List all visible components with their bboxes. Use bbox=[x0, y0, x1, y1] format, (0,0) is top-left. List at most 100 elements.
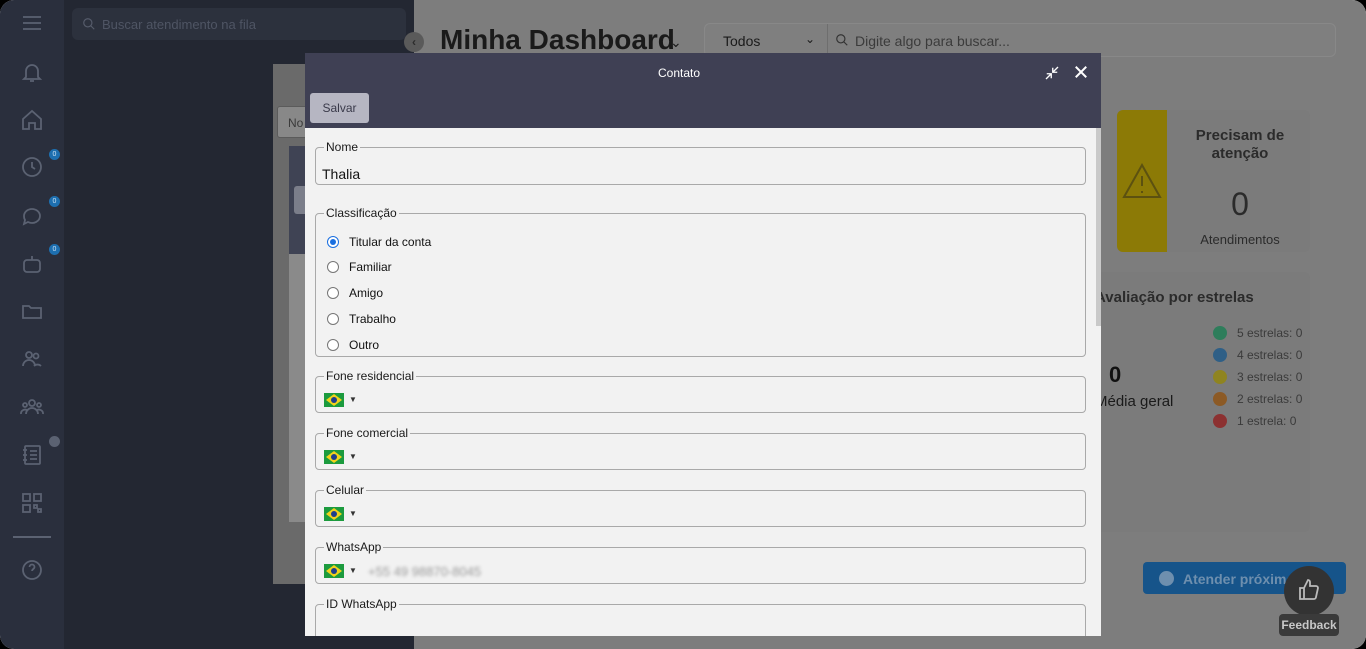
rail-divider bbox=[13, 536, 51, 538]
whatsapp-field[interactable]: WhatsApp ▼ +55 49 98870-8045 bbox=[315, 540, 1086, 584]
radio-label: Familiar bbox=[349, 260, 392, 274]
radio-circle[interactable] bbox=[327, 313, 339, 325]
robot-badge: 0 bbox=[49, 244, 60, 255]
fone-residencial-field[interactable]: Fone residencial ▼ bbox=[315, 369, 1086, 413]
brazil-flag-icon[interactable] bbox=[324, 393, 344, 407]
whatsapp-value[interactable]: +55 49 98870-8045 bbox=[368, 564, 481, 579]
nome-label: Nome bbox=[326, 140, 359, 154]
radio-label: Trabalho bbox=[349, 312, 396, 326]
fone-comercial-field[interactable]: Fone comercial ▼ bbox=[315, 426, 1086, 470]
brazil-flag-icon[interactable] bbox=[324, 507, 344, 521]
nome-field[interactable]: Nome Thalia bbox=[315, 140, 1086, 185]
feedback-label[interactable]: Feedback bbox=[1279, 614, 1339, 636]
radio-circle[interactable] bbox=[327, 339, 339, 351]
radio-circle[interactable] bbox=[327, 236, 339, 248]
modal-scrollbar[interactable] bbox=[1096, 128, 1101, 326]
id-whatsapp-field[interactable]: ID WhatsApp bbox=[315, 597, 1086, 636]
caret-down-icon[interactable]: ▼ bbox=[349, 509, 357, 518]
classificacao-label: Classificação bbox=[326, 206, 397, 220]
celular-label: Celular bbox=[326, 483, 365, 497]
whatsapp-label: WhatsApp bbox=[326, 540, 382, 554]
radio-amigo[interactable]: Amigo bbox=[327, 286, 383, 300]
bell-icon[interactable] bbox=[20, 60, 44, 84]
chat-icon[interactable] bbox=[20, 204, 44, 228]
qr-code-icon[interactable] bbox=[20, 491, 44, 515]
fone-comercial-label: Fone comercial bbox=[326, 426, 409, 440]
modal-header: Contato Salvar bbox=[305, 53, 1101, 128]
close-icon[interactable] bbox=[1072, 63, 1090, 81]
queue-search-placeholder: Buscar atendimento na fila bbox=[102, 17, 256, 32]
brazil-flag-icon[interactable] bbox=[324, 564, 344, 578]
dashboard-search-input[interactable]: Digite algo para buscar... bbox=[855, 33, 1010, 49]
modal-body: Nome Thalia Classificação Titular da con… bbox=[305, 128, 1101, 636]
left-rail: 0 0 0 bbox=[0, 0, 64, 649]
radio-familiar[interactable]: Familiar bbox=[327, 260, 392, 274]
legend-swatch bbox=[1213, 392, 1227, 406]
clock-badge: 0 bbox=[49, 149, 60, 160]
help-icon[interactable] bbox=[20, 558, 44, 582]
chevron-down-icon[interactable]: ⌄ bbox=[670, 34, 682, 51]
contact-modal: Contato Salvar Nome Thalia Classificação… bbox=[305, 53, 1101, 636]
classificacao-group: Classificação Titular da conta Familiar … bbox=[315, 206, 1086, 357]
folder-icon[interactable] bbox=[20, 299, 44, 323]
chevron-left-icon[interactable]: ‹ bbox=[404, 32, 424, 52]
feedback-button[interactable] bbox=[1284, 566, 1334, 616]
legend-label: 2 estrelas: 0 bbox=[1237, 392, 1303, 406]
legend-item: 2 estrelas: 0 bbox=[1213, 388, 1302, 410]
legend-swatch bbox=[1213, 348, 1227, 362]
stars-card: Avaliação por estrelas 0 Média geral 5 e… bbox=[1095, 272, 1310, 532]
clock-icon[interactable] bbox=[20, 155, 44, 179]
radio-circle[interactable] bbox=[327, 261, 339, 273]
brazil-flag-icon[interactable] bbox=[324, 450, 344, 464]
page-title: Minha Dashboard bbox=[440, 24, 675, 55]
filter-bar: Todos ⌄ Digite algo para buscar... bbox=[704, 23, 1336, 57]
search-icon bbox=[835, 33, 849, 47]
modal-title: Contato bbox=[657, 66, 701, 80]
menu-icon[interactable] bbox=[20, 11, 44, 35]
stars-legend: 5 estrelas: 0 4 estrelas: 0 3 estrelas: … bbox=[1213, 322, 1302, 432]
legend-item: 3 estrelas: 0 bbox=[1213, 366, 1302, 388]
radio-label: Amigo bbox=[349, 286, 384, 300]
caret-down-icon[interactable]: ▼ bbox=[349, 566, 357, 575]
caret-down-icon[interactable]: ▼ bbox=[349, 452, 357, 461]
legend-item: 4 estrelas: 0 bbox=[1213, 344, 1302, 366]
attention-card: Precisam de atenção 0 Atendimentos bbox=[1117, 110, 1310, 252]
radio-trabalho[interactable]: Trabalho bbox=[327, 312, 396, 326]
legend-item: 1 estrela: 0 bbox=[1213, 410, 1302, 432]
chevron-down-icon[interactable]: ⌄ bbox=[805, 32, 815, 46]
attention-title: Precisam de atenção bbox=[1195, 127, 1285, 162]
queue-search-input[interactable]: Buscar atendimento na fila bbox=[72, 8, 406, 40]
attention-label: Atendimentos bbox=[1200, 232, 1280, 247]
legend-label: 3 estrelas: 0 bbox=[1237, 370, 1303, 384]
minimize-icon[interactable] bbox=[1043, 64, 1061, 82]
attention-value: 0 bbox=[1231, 186, 1249, 222]
stars-title: Avaliação por estrelas bbox=[1095, 289, 1254, 306]
celular-field[interactable]: Celular ▼ bbox=[315, 483, 1086, 527]
robot-icon[interactable] bbox=[20, 252, 44, 276]
id-whatsapp-label: ID WhatsApp bbox=[326, 597, 397, 611]
fone-residencial-label: Fone residencial bbox=[326, 369, 415, 383]
filter-select[interactable]: Todos bbox=[723, 33, 760, 49]
contacts-book-icon[interactable] bbox=[20, 443, 44, 467]
legend-label: 1 estrela: 0 bbox=[1237, 414, 1297, 428]
groups-icon[interactable] bbox=[20, 395, 44, 419]
caret-down-icon[interactable]: ▼ bbox=[349, 395, 357, 404]
users-icon[interactable] bbox=[20, 347, 44, 371]
radio-label: Outro bbox=[349, 338, 380, 352]
legend-label: 4 estrelas: 0 bbox=[1237, 348, 1303, 362]
radio-outro[interactable]: Outro bbox=[327, 338, 379, 352]
contacts-badge bbox=[49, 436, 60, 447]
home-icon[interactable] bbox=[20, 108, 44, 132]
nome-value[interactable]: Thalia bbox=[322, 166, 360, 182]
filter-divider bbox=[827, 24, 828, 56]
chat-badge: 0 bbox=[49, 196, 60, 207]
warning-icon bbox=[1117, 110, 1167, 252]
search-icon bbox=[83, 18, 95, 30]
radio-titular[interactable]: Titular da conta bbox=[327, 235, 431, 249]
radio-label: Titular da conta bbox=[349, 235, 432, 249]
app-window: 0 0 0 Buscar atendimento na fila Minha D… bbox=[0, 0, 1366, 649]
chat-bubble-icon bbox=[1159, 571, 1174, 586]
radio-circle[interactable] bbox=[327, 287, 339, 299]
legend-swatch bbox=[1213, 414, 1227, 428]
save-button[interactable]: Salvar bbox=[310, 93, 369, 123]
